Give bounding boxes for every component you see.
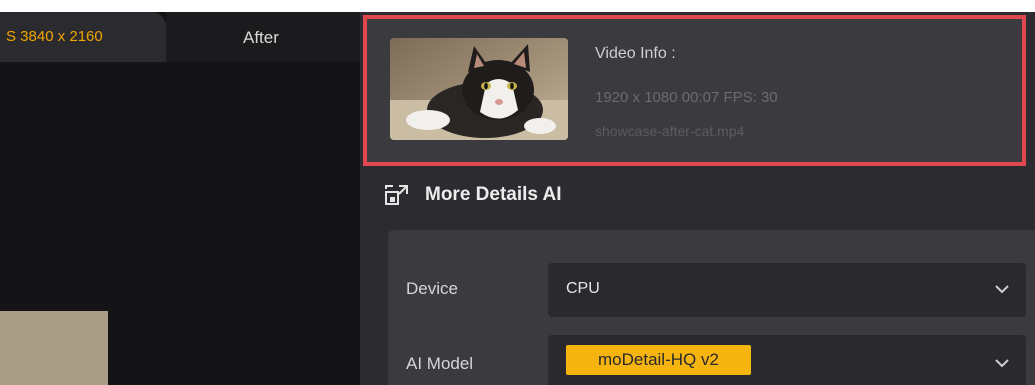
expand-window-icon[interactable] [385,184,409,206]
video-info-title: Video Info : [595,45,676,62]
ai-model-dropdown[interactable]: moDetail-HQ v2 [548,335,1026,385]
ai-model-value: moDetail-HQ v2 [566,345,751,375]
device-value: CPU [566,280,600,297]
section-header: More Details AI [385,180,562,210]
video-thumbnail[interactable] [390,38,568,140]
preview-image-fragment [0,311,108,385]
top-edge-right [360,0,1035,12]
chevron-down-icon [995,285,1009,294]
chevron-down-icon [995,359,1009,368]
app-window: S 3840 x 2160 After Video Info: 1920 x … [0,0,1035,385]
top-edge [0,0,360,12]
device-dropdown[interactable]: CPU [548,263,1026,317]
after-label: After [243,28,279,47]
before-resolution-label: S 3840 x 2160 [6,28,103,45]
video-info-meta: 1920 x 1080 00:07 FPS: 30 [595,89,778,106]
device-label: Device [406,279,458,298]
cat-photo-thumbnail [390,38,568,140]
section-title: More Details AI [425,184,562,205]
video-filename: showcase-after-cat.mp4 [595,123,745,139]
ai-model-label: AI Model [406,354,474,373]
